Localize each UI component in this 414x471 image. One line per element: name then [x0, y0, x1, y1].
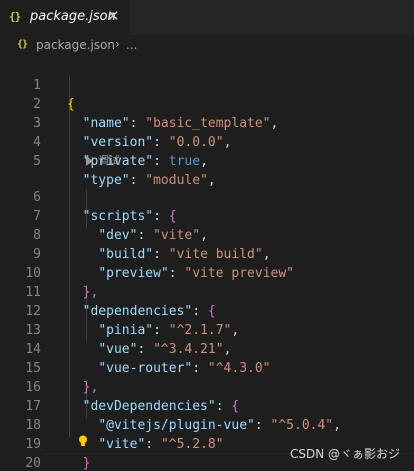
code-line: 7 "dev": "vite", [0, 188, 414, 243]
breadcrumb-file[interactable]: package.json [36, 38, 115, 52]
codelens-label: 调试 [98, 154, 120, 167]
play-icon [86, 155, 93, 166]
code-line: 12 "pinia": "^2.1.7", [0, 283, 414, 338]
lightbulb-icon[interactable] [78, 435, 88, 447]
chevron-right-icon: › [115, 37, 120, 51]
tab-package-json[interactable]: {} package.json ✕ [0, 0, 130, 35]
breadcrumb-more[interactable]: ... [126, 38, 137, 52]
code-line: 13 "vue": "^3.4.21", [0, 302, 414, 357]
watermark: CSDN @ヾぁ影おジ [289, 447, 400, 461]
code-line: 18 "vite": "^5.2.8" [0, 397, 414, 452]
code-line: 2 "name": "basic_template", [0, 76, 414, 131]
codelens-debug[interactable]: 调试 [84, 152, 120, 169]
code-line: 3 "version": "0.0.0", [0, 95, 414, 150]
code-line: 6 "scripts": { [0, 169, 414, 224]
json-file-icon: {} [9, 10, 21, 23]
code-line: 17 "@vitejs/plugin-vue": "^5.0.4", [0, 378, 414, 433]
json-file-icon: {} [17, 39, 28, 50]
code-line: 15 }, [0, 340, 414, 395]
code-line: 1 { [0, 57, 414, 112]
code-line: 9 "preview": "vite preview" [0, 226, 414, 281]
code-line: 11 "dependencies": { [0, 264, 414, 319]
tab-label: package.json [30, 9, 116, 24]
breadcrumb: {} package.json › ... [0, 35, 414, 57]
close-icon[interactable]: ✕ [107, 7, 120, 25]
code-line: 4 "private": true, [0, 114, 414, 169]
code-line: 16 "devDependencies": { [0, 359, 414, 414]
code-line: 5 "type": "module", [0, 133, 414, 188]
code-line: 14 "vue-router": "^4.3.0" [0, 321, 414, 376]
code-editor[interactable]: 1 { 2 "name": "basic_template", 3 "versi… [0, 57, 414, 471]
code-line: 10 }, [0, 245, 414, 300]
code-line: 19 } [0, 416, 414, 471]
tab-bar: {} package.json ✕ [0, 0, 414, 35]
code-line: 8 "build": "vite build", [0, 207, 414, 262]
